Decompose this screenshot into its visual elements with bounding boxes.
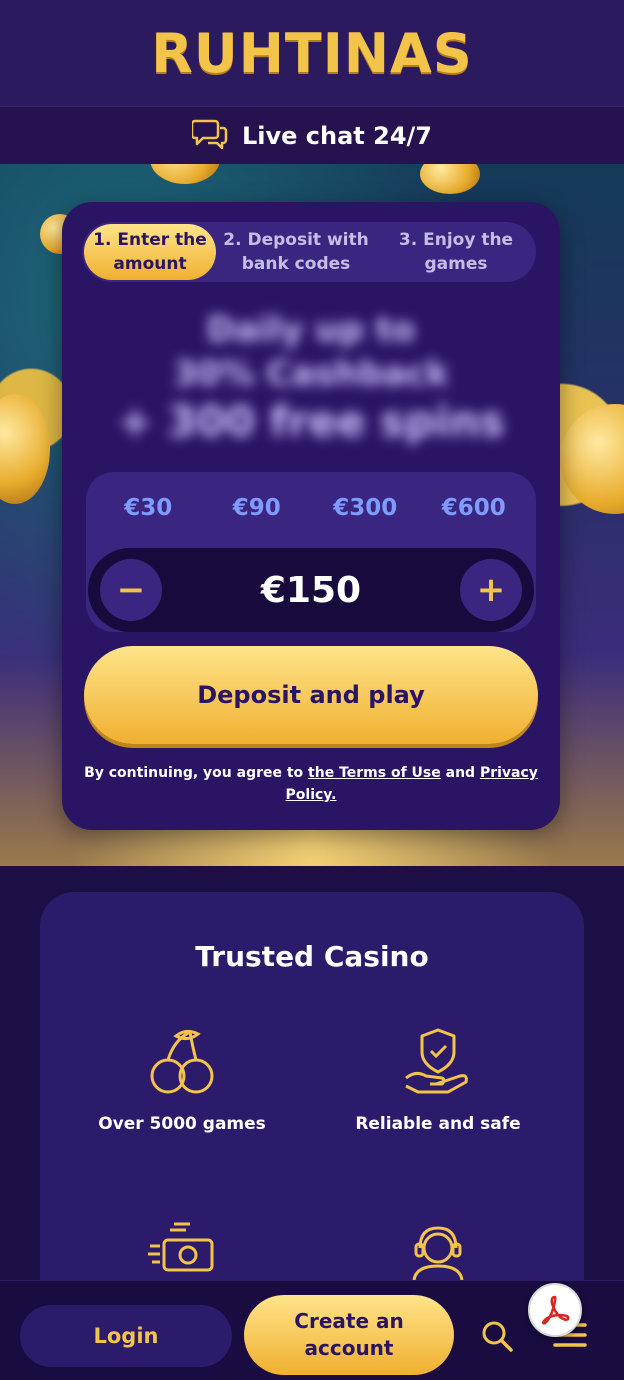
site-header: RUHTINAS	[0, 0, 624, 106]
terms-of-use-link[interactable]: the Terms of Use	[308, 765, 441, 781]
terms-and: and	[445, 765, 476, 781]
feature-label: Reliable and safe	[355, 1114, 521, 1134]
step-enjoy-games[interactable]: 3. Enjoy the games	[376, 224, 536, 280]
live-chat-bar[interactable]: Live chat 24/7	[0, 106, 624, 164]
login-button[interactable]: Login	[20, 1305, 232, 1367]
promo-line-2: 30% Cashback	[173, 354, 449, 394]
promo-line-3: + 300 free spins	[117, 397, 505, 446]
plus-icon: +	[476, 570, 506, 610]
amount-selector: €30 €90 €300 €600 − €150 +	[86, 472, 536, 632]
bottom-bar: Login Create an account	[0, 1280, 624, 1380]
preset-amount[interactable]: €300	[315, 495, 415, 521]
coin-decoration	[420, 164, 480, 194]
preset-amount[interactable]: €90	[207, 495, 307, 521]
shield-hand-icon	[402, 1028, 474, 1100]
feature-games: Over 5000 games	[52, 1026, 312, 1134]
step-enter-amount[interactable]: 1. Enter the amount	[84, 224, 216, 280]
feature-payouts	[52, 1222, 312, 1286]
search-icon[interactable]	[480, 1319, 514, 1357]
create-account-button[interactable]: Create an account	[244, 1295, 454, 1375]
feature-support	[308, 1222, 568, 1286]
coin-decoration	[150, 164, 220, 184]
section-title: Trusted Casino	[195, 940, 429, 973]
feature-label: Over 5000 games	[98, 1114, 266, 1134]
preset-amount[interactable]: €600	[424, 495, 524, 521]
step-deposit-bank-codes[interactable]: 2. Deposit with bank codes	[216, 224, 376, 280]
promo-line-1: Daily up to	[206, 310, 416, 350]
deposit-card: 1. Enter the amount 2. Deposit with bank…	[62, 202, 560, 830]
minus-icon: −	[116, 570, 146, 610]
preset-amount[interactable]: €30	[98, 495, 198, 521]
amount-stepper: − €150 +	[88, 548, 534, 632]
terms-notice: By continuing, you agree to the Terms of…	[82, 762, 540, 806]
steps-tabs: 1. Enter the amount 2. Deposit with bank…	[82, 222, 536, 282]
decrease-button[interactable]: −	[100, 559, 162, 621]
trusted-casino-section: Trusted Casino Over 5000 games Reliable …	[40, 892, 584, 1312]
deposit-and-play-button[interactable]: Deposit and play	[84, 646, 538, 744]
chat-bubbles-icon	[190, 117, 228, 155]
preset-amounts: €30 €90 €300 €600	[86, 472, 536, 544]
terms-prefix: By continuing, you agree to	[84, 765, 304, 781]
cherries-icon	[146, 1029, 218, 1100]
feature-safety: Reliable and safe	[308, 1026, 568, 1134]
coin-decoration	[0, 394, 50, 504]
pdf-icon[interactable]	[528, 1283, 582, 1337]
amount-value[interactable]: €150	[261, 570, 361, 611]
increase-button[interactable]: +	[459, 559, 522, 621]
coin-decoration	[560, 404, 624, 514]
brand-logo[interactable]: RUHTINAS	[151, 22, 472, 85]
promo-text: Daily up to 30% Cashback + 300 free spin…	[92, 308, 530, 448]
live-chat-label: Live chat 24/7	[242, 121, 432, 150]
